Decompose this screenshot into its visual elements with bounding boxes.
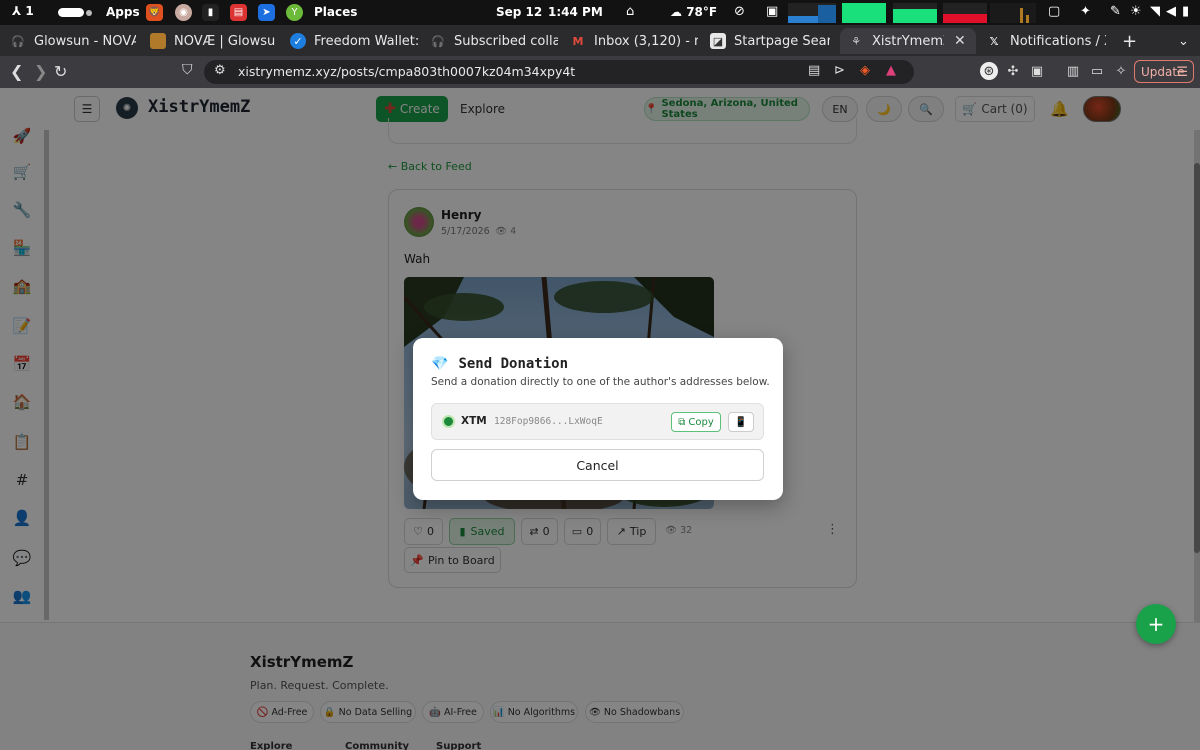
weather-indicator[interactable]: ☁ 78°F	[670, 5, 717, 19]
wallet-icon[interactable]: ▭	[1088, 62, 1106, 80]
x-icon: 𝕏	[989, 34, 999, 48]
disk-graph	[943, 3, 987, 23]
clipboard-icon[interactable]: ▢	[1048, 4, 1060, 19]
memory-graph	[842, 3, 886, 23]
tab-freedom-wallet[interactable]: ✓ Freedom Wallet: P	[290, 28, 418, 54]
tab-subscribed-collage[interactable]: 🎧 Subscribed collag	[430, 28, 558, 54]
gem-icon: 💎	[431, 356, 449, 372]
copy-address-button[interactable]: ⧉ Copy	[671, 412, 721, 432]
plus-icon: +	[1147, 612, 1165, 636]
apps-menu[interactable]: Apps	[106, 5, 140, 19]
xistrymemz-icon: ⚘	[851, 34, 861, 48]
browser-tab-bar: 🎧 Glowsun - NOVÆ NOVÆ | Glowsun ✓ Freedo…	[0, 25, 1200, 56]
copy-icon: ⧉	[678, 416, 686, 428]
brightness-icon[interactable]: ☀	[1130, 4, 1142, 19]
workspace-dot[interactable]	[86, 10, 92, 16]
menu-icon: ☰	[1176, 65, 1188, 80]
headphones-icon: 🎧	[11, 34, 25, 48]
app-avatar-icon[interactable]: ◉	[175, 4, 192, 21]
browser-toolbar: ❮ ❯ ↻ ⛉ ⚙ xistrymemz.xyz/posts/cmpa803th…	[0, 56, 1200, 88]
tab-startpage-search[interactable]: ◪ Startpage Search	[710, 28, 830, 54]
swap-graph	[893, 3, 937, 23]
network-off-icon[interactable]: ⊘	[734, 4, 745, 19]
url-text[interactable]: xistrymemz.xyz/posts/cmpa803th0007kz04m3…	[238, 64, 575, 79]
workspace-number: 1	[25, 4, 34, 18]
send-donation-dialog: 💎 Send Donation Send a donation directly…	[413, 338, 783, 500]
cancel-button[interactable]: Cancel	[431, 449, 764, 481]
wallet-address[interactable]: 128Fop9866...LxWoqE	[494, 416, 603, 427]
coin-ticker: XTM	[461, 415, 487, 427]
new-tab-icon[interactable]: +	[1122, 28, 1137, 54]
sidebar-toggle-icon[interactable]: ▥	[1064, 62, 1082, 80]
tab-gmail-inbox[interactable]: M Inbox (3,120) - rec	[570, 28, 698, 54]
tab-label: Freedom Wallet: P	[314, 33, 418, 49]
close-tab-icon[interactable]: ✕	[954, 33, 966, 49]
bookmark-icon[interactable]: ⛉	[182, 62, 193, 78]
qr-code-button[interactable]: 📱	[728, 412, 754, 432]
donation-address-row: XTM 128Fop9866...LxWoqE ⧉ Copy 📱	[431, 403, 764, 440]
leo-ai-icon[interactable]: ✧	[1112, 62, 1130, 80]
update-button[interactable]: Update ☰	[1134, 60, 1194, 83]
forward-icon[interactable]: ❯	[34, 62, 47, 81]
network-graph	[990, 3, 1036, 23]
xtm-coin-icon	[442, 415, 455, 428]
tab-label: Glowsun - NOVÆ	[34, 33, 136, 49]
tab-novae-glowsun[interactable]: NOVÆ | Glowsun	[150, 28, 276, 54]
dialog-title: 💎 Send Donation	[431, 356, 568, 372]
tab-glowsun-novae[interactable]: 🎧 Glowsun - NOVÆ	[10, 28, 136, 54]
tab-label: Inbox (3,120) - rec	[594, 33, 698, 49]
mobile-phone-icon: 📱	[734, 416, 748, 428]
home-icon[interactable]: ⌂	[626, 4, 634, 19]
tab-search-icon[interactable]: ⌄	[1178, 28, 1189, 54]
os-top-bar: ⅄ 1 Apps 🦁 ◉ ▮ ▤ ➤ Y Places Sep 12 1:44 …	[0, 0, 1200, 25]
dialog-title-text: Send Donation	[458, 356, 569, 372]
phone-app-icon[interactable]: ▮	[202, 4, 219, 21]
clock-time[interactable]: 1:44 PM	[548, 5, 603, 19]
places-menu[interactable]: Places	[314, 5, 357, 19]
tab-label: NOVÆ | Glowsun	[174, 33, 276, 49]
gmail-icon: M	[572, 34, 584, 48]
leaf-app-icon[interactable]: Y	[286, 4, 303, 21]
album-art-icon	[150, 33, 166, 49]
site-settings-icon[interactable]: ⚙	[214, 63, 226, 78]
cpu-graph	[788, 3, 836, 23]
freedom-wallet-icon: ✓	[290, 33, 306, 49]
extensions-puzzle-icon[interactable]: ✣	[1004, 62, 1022, 80]
share-icon[interactable]: ⊳	[834, 63, 845, 78]
calendar-app-icon[interactable]: ▤	[230, 4, 247, 21]
reload-icon[interactable]: ↻	[54, 62, 67, 81]
tab-label: Startpage Search	[734, 33, 830, 49]
tab-x-notifications[interactable]: 𝕏 Notifications / X	[986, 28, 1106, 54]
volume-icon[interactable]: ◀	[1166, 4, 1176, 19]
tab-xistrymemz-active[interactable]: ⚘ XistrYmemZ - F ✕	[840, 28, 976, 54]
tab-label: XistrYmemZ - F	[872, 33, 944, 49]
reader-mode-icon[interactable]: ▤	[808, 63, 820, 78]
clock-date[interactable]: Sep 12	[496, 5, 542, 19]
copy-label: Copy	[688, 416, 714, 428]
screenshot-icon[interactable]: ▣	[1028, 62, 1046, 80]
brave-icon[interactable]: 🦁	[146, 4, 163, 21]
headphones-icon: 🎧	[431, 34, 445, 48]
tab-label: Subscribed collag	[454, 33, 558, 49]
floating-create-button[interactable]: +	[1136, 604, 1176, 644]
brave-rewards-icon[interactable]: ▲	[886, 63, 896, 78]
workspace-active-pill[interactable]	[58, 8, 84, 17]
dialog-description: Send a donation directly to one of the a…	[431, 376, 770, 388]
address-bar[interactable]: ⚙ xistrymemz.xyz/posts/cmpa803th0007kz04…	[204, 60, 914, 84]
workspace-indicator[interactable]: ⅄ 1	[12, 4, 34, 18]
tab-label: Notifications / X	[1010, 33, 1106, 49]
battery-icon[interactable]: ▮	[1182, 4, 1189, 19]
back-icon[interactable]: ❮	[10, 62, 23, 81]
accessibility-icon[interactable]: ✦	[1080, 4, 1091, 19]
wifi-icon[interactable]: ◥	[1150, 4, 1160, 19]
startpage-icon: ◪	[710, 33, 726, 49]
screen-icon[interactable]: ▣	[766, 4, 778, 19]
openai-extension-icon[interactable]: ⊛	[980, 62, 998, 80]
notes-icon[interactable]: ✎	[1110, 4, 1121, 19]
brave-shields-icon[interactable]: ◈	[860, 63, 870, 78]
weather-temperature: 78°F	[686, 5, 718, 19]
messaging-app-icon[interactable]: ➤	[258, 4, 275, 21]
